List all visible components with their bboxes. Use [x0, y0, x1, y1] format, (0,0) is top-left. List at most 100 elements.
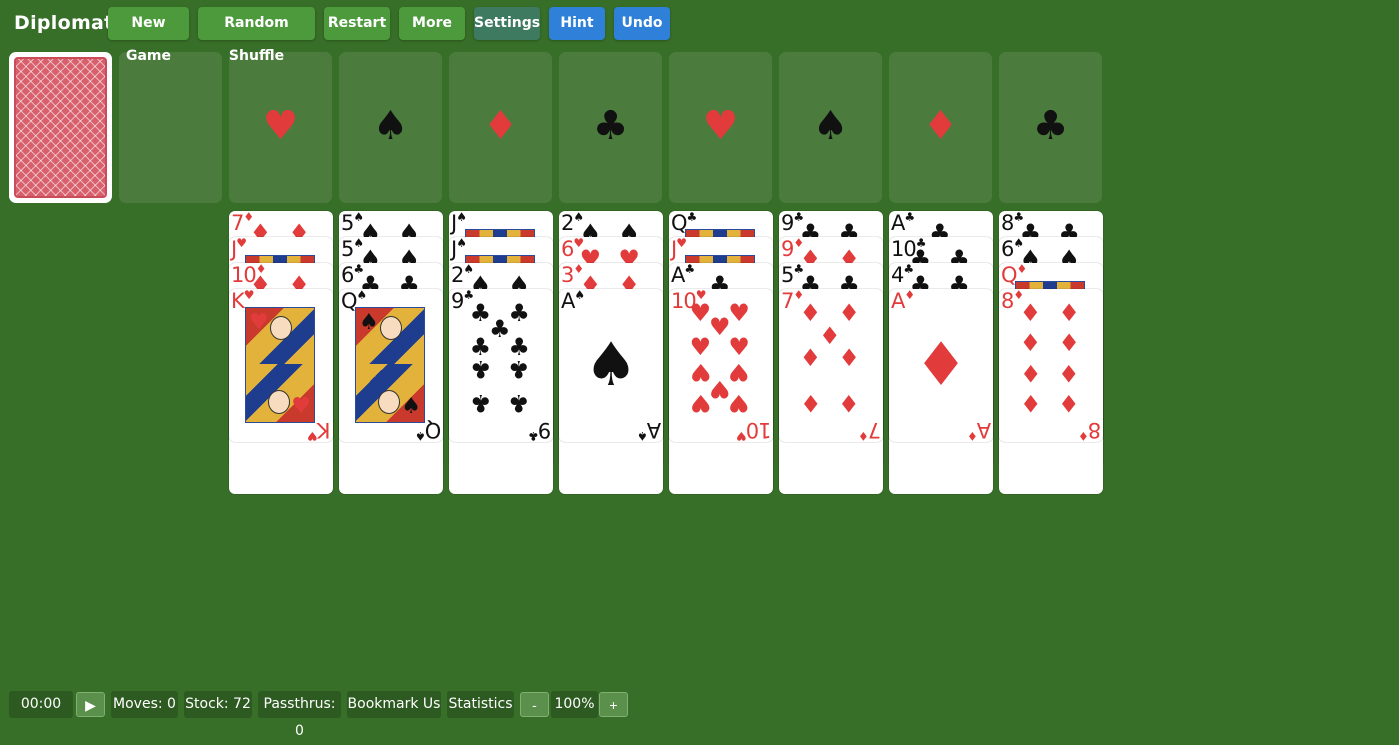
playing-card[interactable]: 10♥ ♥ ♥ ♥ ♥ ♥ ♥ ♥ ♥ ♥ ♥ 10♥ [669, 289, 773, 442]
spade-icon: ♠ [637, 429, 648, 442]
spade-icon: ♠ [456, 237, 467, 250]
heart-icon: ♥ [709, 313, 731, 342]
diamond-icon: ♦ [922, 103, 959, 149]
card-back [14, 57, 107, 198]
card-rank: 5 [341, 237, 354, 261]
heart-icon: ♥ [262, 103, 299, 149]
card-index: A♠ [561, 289, 585, 314]
club-icon: ♣ [508, 354, 530, 383]
playing-card[interactable]: Q♠ ♠ ♠ Q♠ [339, 289, 443, 442]
zoom-out-button[interactable]: - [520, 692, 549, 717]
zoom-in-button[interactable]: + [599, 692, 628, 717]
timer: 00:00 [9, 691, 73, 718]
court-head [380, 316, 402, 340]
card-index-bottom: 10♥ [737, 417, 772, 442]
club-icon: ♣ [469, 299, 492, 328]
card-rank: 9 [451, 289, 464, 313]
club-icon: ♣ [508, 299, 530, 328]
hint-button[interactable]: Hint [549, 7, 605, 40]
diamond-icon: ♦ [1019, 388, 1042, 417]
foundation-5[interactable]: ♥ [669, 52, 772, 203]
foundation-3[interactable]: ♦ [449, 52, 552, 203]
playing-card[interactable]: 8♦ ♦ ♦ ♦ ♦ ♦ ♦ ♦ ♦ 8♦ [999, 289, 1103, 442]
playing-card[interactable]: A♠ ♠ A♠ [559, 289, 663, 442]
diamond-icon: ♦ [1078, 429, 1089, 442]
settings-button[interactable]: Settings [474, 7, 540, 40]
club-icon: ♣ [469, 388, 492, 417]
diamond-icon: ♦ [914, 330, 968, 400]
card-rank: 9 [781, 237, 794, 261]
spade-icon: ♠ [456, 211, 467, 224]
card-index: J♥ [671, 237, 687, 262]
card-rank: 7 [231, 211, 244, 235]
restart-button[interactable]: Restart [324, 7, 390, 40]
card-rank: 7 [868, 418, 881, 442]
foundation-8[interactable]: ♣ [999, 52, 1102, 203]
heart-icon: ♥ [736, 429, 747, 442]
foundation-2[interactable]: ♠ [339, 52, 442, 203]
more-button[interactable]: More [399, 7, 465, 40]
card-index-bottom: 9♣ [529, 417, 551, 442]
playing-card[interactable]: A♦ ♦ A♦ [889, 289, 993, 442]
spade-icon: ♠ [574, 289, 585, 302]
playing-card[interactable]: K♥ ♥ ♥ K♥ [229, 289, 333, 442]
heart-icon: ♥ [291, 394, 311, 419]
card-rank: A [891, 211, 905, 235]
foundation-7[interactable]: ♦ [889, 52, 992, 203]
heart-icon: ♥ [728, 299, 750, 328]
diamond-icon: ♦ [1019, 359, 1042, 388]
stock-counter: Stock: 72 [184, 691, 252, 718]
diamond-icon: ♦ [838, 388, 860, 417]
card-index: J♠ [451, 211, 467, 236]
spade-icon: ♠ [812, 103, 849, 149]
card-rank: K [318, 418, 331, 442]
heart-icon: ♥ [243, 289, 255, 302]
club-icon: ♣ [489, 314, 511, 343]
diamond-icon: ♦ [1058, 388, 1080, 417]
playing-card[interactable]: 7♦ ♦ ♦ ♦ ♦ ♦ ♦ ♦ 7♦ [779, 289, 883, 442]
diamond-icon: ♦ [838, 344, 860, 372]
waste-pile[interactable] [119, 52, 222, 203]
heart-icon: ♥ [728, 358, 750, 387]
diamond-icon: ♦ [858, 429, 869, 442]
club-icon: ♣ [592, 103, 629, 149]
club-icon: ♣ [508, 388, 530, 417]
foundation-1[interactable]: ♥ [229, 52, 332, 203]
card-rank: 8 [1088, 418, 1101, 442]
heart-icon: ♥ [689, 299, 712, 328]
spade-icon: ♠ [356, 289, 368, 302]
heart-icon: ♥ [728, 388, 750, 417]
statistics-link[interactable]: Statistics [447, 691, 514, 718]
diamond-icon: ♦ [1016, 263, 1028, 276]
card-rank: A [891, 289, 905, 313]
random-shuffle-button[interactable]: Random Shuffle [198, 7, 315, 64]
heart-icon: ♥ [702, 103, 739, 149]
club-icon: ♣ [904, 211, 915, 224]
spade-icon: ♠ [401, 394, 421, 419]
bookmark-link[interactable]: Bookmark Us [347, 691, 441, 718]
card-index: A♣ [891, 211, 915, 236]
court-art: ♥ ♥ [245, 307, 315, 423]
club-icon: ♣ [686, 211, 698, 224]
playing-card[interactable]: 9♣ ♣ ♣ ♣ ♣ ♣ ♣ ♣ ♣ ♣ 9♣ [449, 289, 553, 442]
card-index-bottom: 7♦ [859, 417, 881, 442]
play-button[interactable]: ▶ [76, 692, 105, 717]
card-rank: 5 [341, 211, 354, 235]
stock-pile[interactable] [9, 52, 112, 203]
card-index-bottom: A♠ [638, 417, 661, 442]
foundation-6[interactable]: ♠ [779, 52, 882, 203]
undo-button[interactable]: Undo [614, 7, 670, 40]
heart-icon: ♥ [728, 333, 750, 362]
diamond-icon: ♦ [904, 289, 915, 302]
diamond-icon: ♦ [1058, 359, 1080, 388]
diamond-icon: ♦ [799, 299, 822, 328]
heart-icon: ♥ [308, 429, 319, 442]
diamond-icon: ♦ [799, 388, 822, 417]
card-rank: A [647, 418, 661, 442]
diamond-icon: ♦ [967, 429, 978, 442]
new-game-button[interactable]: New Game [108, 7, 189, 64]
card-index: A♣ [671, 263, 695, 288]
spade-icon: ♠ [584, 330, 638, 400]
foundation-4[interactable]: ♣ [559, 52, 662, 203]
card-rank: 6 [561, 237, 574, 261]
